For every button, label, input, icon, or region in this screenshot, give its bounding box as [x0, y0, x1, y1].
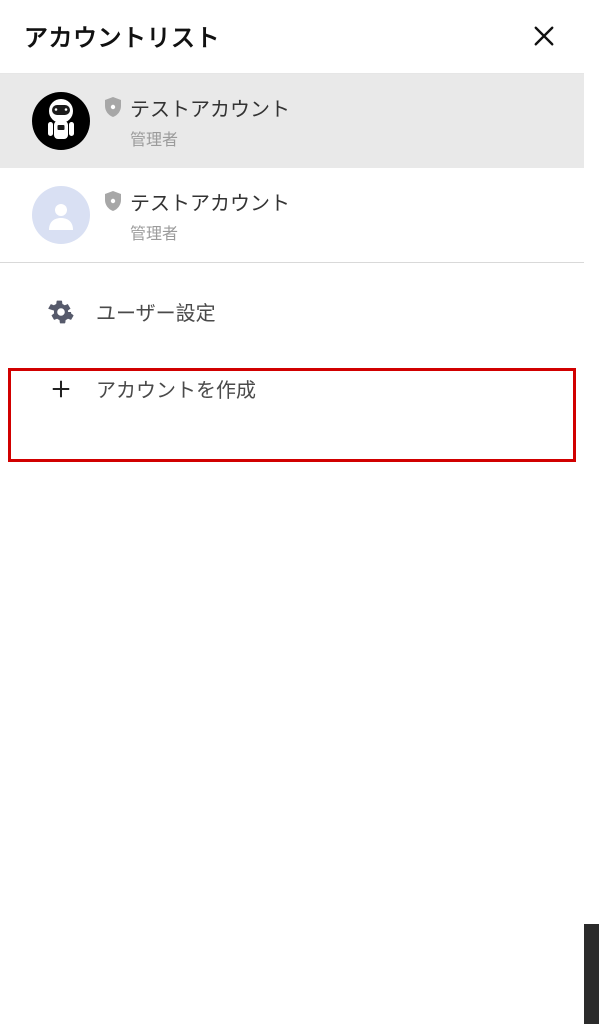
options-section: ユーザー設定 アカウントを作成 [0, 263, 584, 427]
right-edge-dark [584, 924, 599, 1024]
account-name-line: テストアカウント [104, 93, 290, 122]
account-text: テストアカウント 管理者 [104, 187, 290, 244]
account-name-line: テストアカウント [104, 187, 290, 216]
person-icon [46, 200, 76, 230]
astronaut-icon [41, 97, 81, 145]
account-role: 管理者 [130, 220, 290, 244]
account-text: テストアカウント 管理者 [104, 93, 290, 150]
gear-icon [48, 299, 74, 325]
account-name: テストアカウント [130, 93, 290, 122]
option-label: アカウントを作成 [96, 374, 256, 403]
user-settings-option[interactable]: ユーザー設定 [0, 273, 584, 350]
account-list: テストアカウント 管理者 テストアカウント [0, 74, 584, 262]
account-list-panel: アカウントリスト [0, 0, 584, 1024]
close-button[interactable] [528, 20, 560, 52]
account-row[interactable]: テストアカウント 管理者 [0, 168, 584, 262]
avatar [32, 92, 90, 150]
account-role: 管理者 [130, 126, 290, 150]
plus-icon [48, 376, 74, 402]
close-icon [533, 25, 555, 47]
avatar [32, 186, 90, 244]
create-account-option[interactable]: アカウントを作成 [0, 350, 584, 427]
shield-icon [104, 97, 122, 117]
option-label: ユーザー設定 [96, 297, 216, 326]
shield-icon [104, 191, 122, 211]
right-edge-strip [584, 0, 599, 1024]
page-title: アカウントリスト [24, 18, 220, 53]
account-name: テストアカウント [130, 187, 290, 216]
panel-header: アカウントリスト [0, 0, 584, 73]
account-row[interactable]: テストアカウント 管理者 [0, 74, 584, 168]
